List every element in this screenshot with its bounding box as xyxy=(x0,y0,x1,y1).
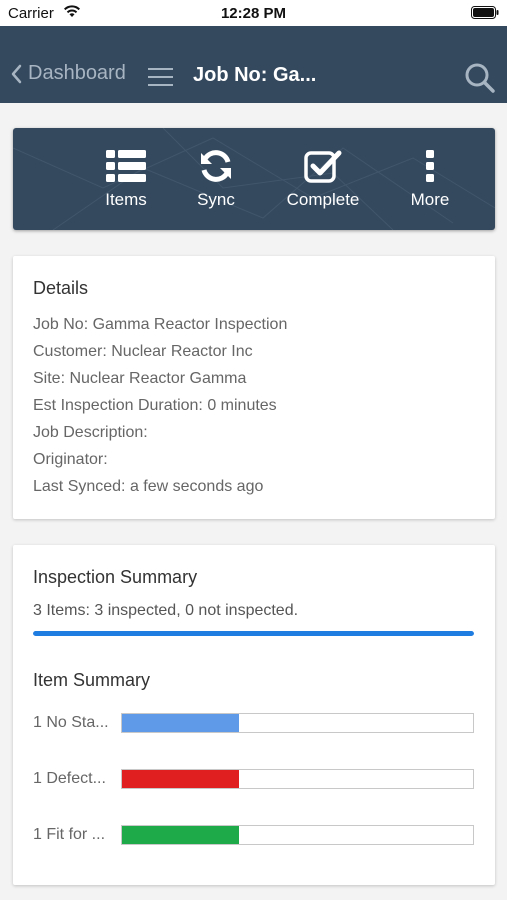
item-summary-bar-fill xyxy=(122,770,239,788)
item-summary-bar xyxy=(121,713,474,733)
item-summary-bar-fill xyxy=(122,714,239,732)
status-bar: Carrier 12:28 PM xyxy=(0,0,507,26)
more-label: More xyxy=(410,190,450,209)
est-duration: Est Inspection Duration: 0 minutes xyxy=(33,397,277,414)
item-summary-bar-fill xyxy=(122,826,239,844)
sync-button[interactable]: Sync xyxy=(180,128,252,230)
inspection-progress-bar xyxy=(33,631,474,636)
sync-icon xyxy=(198,149,234,183)
originator: Originator: xyxy=(33,451,108,468)
inspection-progress-fill xyxy=(33,631,474,636)
items-label: Items xyxy=(105,190,147,209)
item-summary-label: 1 Defect... xyxy=(33,770,106,787)
last-synced: Last Synced: a few seconds ago xyxy=(33,478,264,495)
chevron-left-icon xyxy=(11,64,22,83)
menu-icon[interactable] xyxy=(148,68,173,91)
page-title: Job No: Ga... xyxy=(193,64,317,86)
item-summary-bar xyxy=(121,769,474,789)
search-icon[interactable] xyxy=(464,62,496,99)
back-label: Dashboard xyxy=(28,62,126,84)
complete-button[interactable]: Complete xyxy=(275,128,371,230)
battery-icon xyxy=(471,6,499,23)
inspection-summary-text: 3 Items: 3 inspected, 0 not inspected. xyxy=(33,602,299,619)
item-summary-row[interactable]: 1 Fit for ... xyxy=(33,825,474,845)
item-summary-heading: Item Summary xyxy=(33,670,151,690)
sync-label: Sync xyxy=(197,190,235,209)
site: Site: Nuclear Reactor Gamma xyxy=(33,370,247,387)
nav-bar: Dashboard Job No: Ga... xyxy=(0,26,507,103)
item-summary-bar xyxy=(121,825,474,845)
job-description: Job Description: xyxy=(33,424,148,441)
items-button[interactable]: Items xyxy=(85,128,167,230)
details-card: Details Job No: Gamma Reactor Inspection… xyxy=(13,256,495,519)
inspection-summary-heading: Inspection Summary xyxy=(33,567,198,587)
checkbox-icon xyxy=(304,149,342,183)
back-button[interactable]: Dashboard xyxy=(10,62,126,85)
clock: 12:28 PM xyxy=(220,5,287,22)
inspection-summary-card: Inspection Summary 3 Items: 3 inspected,… xyxy=(13,545,495,885)
customer: Customer: Nuclear Reactor Inc xyxy=(33,343,253,360)
list-icon xyxy=(106,149,146,183)
more-button[interactable]: More xyxy=(398,128,462,230)
job-no: Job No: Gamma Reactor Inspection xyxy=(33,316,288,333)
item-summary-row[interactable]: 1 Defect... xyxy=(33,769,474,789)
item-summary-label: 1 Fit for ... xyxy=(33,826,106,843)
item-summary-label: 1 No Sta... xyxy=(33,714,109,731)
item-summary-row[interactable]: 1 No Sta... xyxy=(33,713,474,733)
complete-label: Complete xyxy=(286,190,360,209)
action-toolbar: Items Sync Complete More xyxy=(13,128,495,230)
details-heading: Details xyxy=(33,278,89,298)
more-vertical-icon xyxy=(425,149,435,183)
